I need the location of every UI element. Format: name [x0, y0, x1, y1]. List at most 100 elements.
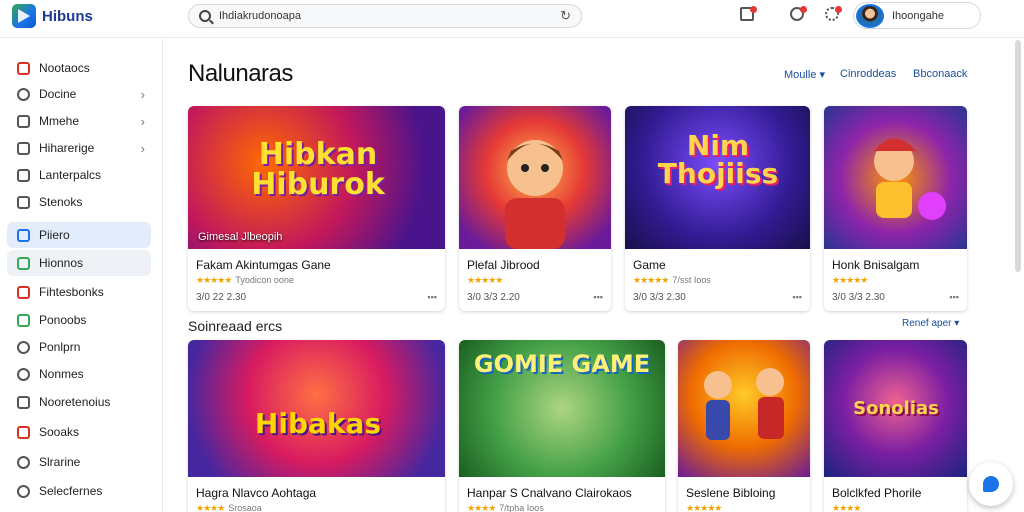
game-card[interactable]: Sonolias Bolclkfed Phorile ★★★★ — [824, 340, 967, 512]
sidebar-item-ponlprn[interactable]: Ponlprn — [7, 334, 151, 360]
game-title[interactable]: Hanpar S Cnalvano Clairokaos — [467, 486, 632, 500]
browse-link[interactable]: Bbconaack — [913, 68, 967, 80]
sidebar-item-nooretenoius[interactable]: Nooretenoius — [7, 389, 151, 415]
sidebar-item-label: Piiero — [39, 228, 70, 242]
notification-dot — [750, 6, 757, 13]
sidebar-item-docine[interactable]: Docine › — [7, 81, 151, 107]
character-illustration — [704, 368, 784, 440]
game-subtitle-text: 7/sst Ioos — [672, 275, 711, 285]
sidebar-item-nootaocs[interactable]: Nootaocs — [7, 55, 151, 81]
game-title[interactable]: Fakam Akintumgas Gane — [196, 258, 331, 272]
app-logo[interactable]: Hibuns — [12, 4, 93, 28]
more-dropdown[interactable]: Moulle ▾ — [784, 68, 825, 81]
sidebar-item-lanterpalcs[interactable]: Lanterpalcs — [7, 162, 151, 188]
search-bar[interactable]: ↻ — [188, 4, 582, 28]
account-button[interactable]: Ihoongahe — [853, 2, 981, 29]
avatar — [856, 3, 884, 28]
section-title: Soinreaad ercs — [188, 318, 283, 334]
thumbnail-art-text: GOMIE GAME — [473, 350, 651, 378]
character-illustration — [505, 140, 565, 249]
sidebar-item-ponoobs[interactable]: Ponoobs — [7, 307, 151, 333]
game-title[interactable]: Hagra Nlavco Aohtaga — [196, 486, 316, 500]
gear-icon[interactable] — [825, 6, 842, 21]
sidebar-item-selecfernes[interactable]: Selecfernes — [7, 478, 151, 504]
tag-icon — [17, 425, 30, 439]
sidebar-item-label: Slrarine — [39, 455, 81, 469]
game-title[interactable]: Seslene Bibloing — [686, 486, 775, 500]
inbox-icon[interactable] — [740, 6, 757, 21]
game-subtitle: ★★★★★ 7/sst Ioos — [633, 275, 711, 286]
thumbnail-art-text: Hibkan Hiburok — [251, 137, 385, 202]
bookmark-icon — [17, 285, 30, 299]
game-card[interactable]: Nim Thojiiss Game ★★★★★ 7/sst Ioos 3/0 3/… — [625, 106, 810, 311]
game-thumbnail[interactable]: Hibakas — [188, 340, 445, 477]
sidebar-item-label: Stenoks — [39, 195, 83, 209]
game-card[interactable]: Hibkan Hiburok Gimesal Jlbeopih Fakam Ak… — [188, 106, 445, 311]
game-card[interactable]: Plefal Jibrood ★★★★★ 3/0 3/3 2.20 ▪▪▪ — [459, 106, 611, 311]
game-thumbnail[interactable]: Nim Thojiiss — [625, 106, 810, 249]
sidebar-item-stenoks[interactable]: Stenoks — [7, 189, 151, 215]
star-rating: ★★★★ — [832, 503, 861, 512]
scrollbar[interactable] — [1015, 40, 1021, 272]
sidebar-item-sooaks[interactable]: Sooaks — [7, 419, 151, 445]
game-thumbnail[interactable] — [678, 340, 810, 477]
sidebar-item-hionnos[interactable]: Hionnos — [7, 250, 151, 276]
document-icon — [17, 168, 30, 182]
sidebar-item-label: Hionnos — [39, 256, 84, 270]
chat-button[interactable] — [969, 462, 1013, 506]
sidebar-item-slrarine[interactable]: Slrarine — [7, 449, 151, 475]
sidebar-item-label: Nooretenoius — [39, 395, 111, 409]
help-icon — [17, 484, 30, 498]
game-meta: 3/0 3/3 2.30 — [832, 292, 885, 303]
game-meta: 3/0 3/3 2.30 — [633, 292, 686, 303]
game-title[interactable]: Honk Bnisalgam — [832, 258, 919, 272]
folder-icon — [17, 114, 30, 128]
game-subtitle: ★★★★ — [832, 503, 864, 512]
chevron-right-icon: › — [140, 113, 145, 129]
bell-icon[interactable] — [790, 6, 807, 21]
game-subtitle: ★★★★★ Tyodicon oone — [196, 275, 294, 286]
thumbnail-art-text: Hibakas — [254, 407, 382, 440]
star-rating: ★★★★★ — [196, 275, 232, 285]
sidebar-item-label: Docine — [39, 87, 77, 101]
game-title[interactable]: Bolclkfed Phorile — [832, 486, 921, 500]
game-thumbnail[interactable]: Sonolias — [824, 340, 967, 477]
game-title[interactable]: Game — [633, 258, 666, 272]
search-input[interactable] — [219, 10, 553, 22]
more-options-icon[interactable]: ▪▪▪ — [427, 292, 437, 302]
calendar-icon — [17, 313, 30, 327]
notification-dot — [835, 6, 842, 13]
sidebar-item-label: Selecfernes — [39, 484, 103, 498]
game-card[interactable]: Honk Bnisalgam ★★★★★ 3/0 3/3 2.30 ▪▪▪ — [824, 106, 967, 311]
categories-link[interactable]: Cinroddeas — [840, 68, 896, 80]
see-all-link[interactable]: Renef aper ▾ — [902, 318, 959, 329]
refresh-icon[interactable]: ↻ — [560, 8, 571, 24]
more-options-icon[interactable]: ▪▪▪ — [593, 292, 603, 302]
game-card[interactable]: Seslene Bibloing ★★★★★ — [678, 340, 810, 512]
sidebar-item-mmehe[interactable]: Mmehe › — [7, 108, 151, 134]
list-icon — [17, 141, 30, 155]
sidebar-item-nonmes[interactable]: Nonmes — [7, 361, 151, 387]
game-subtitle: ★★★★★ — [467, 275, 506, 286]
star-rating: ★★★★★ — [686, 503, 722, 512]
thumbnail-art-text: Nim Thojiiss — [657, 129, 779, 190]
more-options-icon[interactable]: ▪▪▪ — [792, 292, 802, 302]
search-icon[interactable] — [199, 10, 211, 22]
sidebar-item-hiharerige[interactable]: Hiharerige › — [7, 135, 151, 161]
game-card[interactable]: GOMIE GAME Hanpar S Cnalvano Clairokaos … — [459, 340, 665, 512]
sidebar-item-fihtesbonks[interactable]: Fihtesbonks — [7, 279, 151, 305]
sidebar-item-label: Sooaks — [39, 425, 80, 439]
game-subtitle: ★★★★ 7/tpha Ioos — [467, 503, 544, 512]
gamepad-icon — [17, 228, 30, 242]
game-title[interactable]: Plefal Jibrood — [467, 258, 540, 272]
game-thumbnail[interactable]: GOMIE GAME — [459, 340, 665, 477]
more-options-icon[interactable]: ▪▪▪ — [949, 292, 959, 302]
game-thumbnail[interactable] — [459, 106, 611, 249]
game-card[interactable]: Hibakas Hagra Nlavco Aohtaga ★★★★ Srosaoa — [188, 340, 445, 512]
sidebar-item-piiero[interactable]: Piiero — [7, 222, 151, 248]
game-thumbnail[interactable]: Hibkan Hiburok Gimesal Jlbeopih — [188, 106, 445, 249]
game-subtitle: ★★★★★ — [686, 503, 725, 512]
game-meta: 3/0 22 2.30 — [196, 292, 247, 303]
star-rating: ★★★★★ — [467, 275, 503, 285]
game-thumbnail[interactable] — [824, 106, 967, 249]
